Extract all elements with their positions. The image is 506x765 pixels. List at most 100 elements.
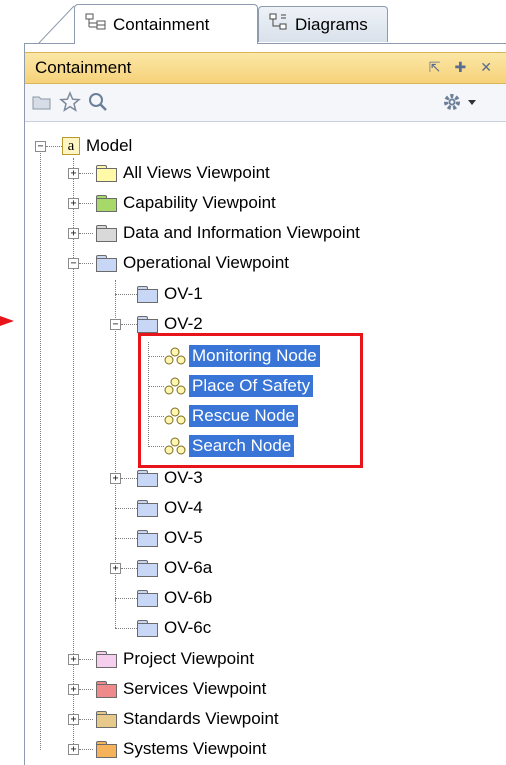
- tree-line: [46, 146, 62, 147]
- tree-item-label: Standards Viewpoint: [123, 709, 279, 728]
- tree-item-label: OV-6a: [164, 558, 213, 577]
- tree-item-label: OV-1: [164, 284, 203, 303]
- expand-toggle[interactable]: +: [68, 714, 79, 725]
- tree-line: [79, 233, 93, 234]
- folder-icon: [96, 651, 117, 668]
- expand-toggle[interactable]: +: [68, 684, 79, 695]
- folder-icon: [96, 255, 117, 272]
- folder-icon: [137, 590, 158, 607]
- tree-line: [121, 478, 137, 479]
- tree-item-ov-5[interactable]: OV-5: [137, 524, 203, 552]
- tree-line: [79, 263, 93, 264]
- tree-line: [115, 600, 116, 628]
- red-arrow-icon: [0, 316, 14, 326]
- tab-diagrams-label: Diagrams: [295, 14, 368, 34]
- tree-item-label: OV-5: [164, 528, 203, 547]
- expand-toggle[interactable]: +: [68, 168, 79, 179]
- collapse-toggle[interactable]: −: [110, 319, 121, 330]
- expand-toggle[interactable]: +: [110, 473, 121, 484]
- expand-toggle[interactable]: +: [68, 228, 79, 239]
- folder-icon: [137, 470, 158, 487]
- pin-icon[interactable]: ✚: [455, 59, 467, 76]
- folder-icon: [96, 741, 117, 758]
- tree-item-model[interactable]: a Model: [62, 132, 132, 160]
- tree-line: [121, 568, 137, 569]
- folder-icon: [137, 316, 158, 333]
- tree-item-ov-3[interactable]: OV-3: [137, 464, 203, 492]
- tree-item-standards-viewpoint[interactable]: Standards Viewpoint: [96, 705, 279, 733]
- folder-icon: [96, 225, 117, 242]
- model-package-icon: a: [62, 137, 80, 155]
- panel-header: Containment ⇱ ✚ ✕: [25, 52, 506, 84]
- tree-item-label: Capability Viewpoint: [123, 193, 276, 212]
- tab-diagrams[interactable]: Diagrams: [258, 6, 388, 42]
- tree-item-ov-6c[interactable]: OV-6c: [137, 614, 211, 642]
- tree-item-ov-1[interactable]: OV-1: [137, 280, 203, 308]
- folder-icon: [137, 530, 158, 547]
- highlight-box: [138, 333, 363, 468]
- tree-line: [115, 628, 137, 629]
- folder-icon: [137, 560, 158, 577]
- folder-icon: [137, 286, 158, 303]
- folder-icon: [96, 195, 117, 212]
- restore-icon[interactable]: ⇱: [429, 59, 441, 76]
- collapse-toggle[interactable]: −: [35, 141, 46, 152]
- tree-line: [121, 324, 137, 325]
- expand-toggle[interactable]: +: [68, 654, 79, 665]
- tree-line: [115, 538, 137, 539]
- tree-item-all-views-viewpoint[interactable]: All Views Viewpoint: [96, 159, 270, 187]
- star-icon[interactable]: [59, 91, 81, 113]
- close-icon[interactable]: ✕: [480, 59, 492, 76]
- tree-line: [79, 203, 93, 204]
- search-icon[interactable]: [87, 91, 109, 113]
- tab-edge: [38, 5, 75, 44]
- diagrams-icon: [269, 13, 289, 36]
- tree-item-label: Services Viewpoint: [123, 679, 267, 698]
- tree-line: [115, 294, 137, 295]
- tab-containment[interactable]: Containment: [74, 4, 258, 44]
- dropdown-arrow-icon[interactable]: [465, 91, 479, 113]
- folder-icon: [137, 620, 158, 637]
- tree-item-label: Systems Viewpoint: [123, 739, 267, 758]
- tree-item-capability-viewpoint[interactable]: Capability Viewpoint: [96, 189, 276, 217]
- folder-icon: [137, 500, 158, 517]
- tree-item-systems-viewpoint[interactable]: Systems Viewpoint: [96, 735, 266, 763]
- tree-item-data-and-information-viewpoint[interactable]: Data and Information Viewpoint: [96, 219, 360, 247]
- tree-line: [79, 689, 93, 690]
- tree-line: [79, 173, 93, 174]
- tree-item-ov-4[interactable]: OV-4: [137, 494, 203, 522]
- tree-item-label: OV-3: [164, 468, 203, 487]
- tree-item-label: Project Viewpoint: [123, 649, 255, 668]
- gear-icon[interactable]: [441, 91, 463, 113]
- collapse-toggle[interactable]: −: [68, 258, 79, 269]
- tree-line: [79, 749, 93, 750]
- folder-icon: [96, 165, 117, 182]
- tree-line: [79, 719, 93, 720]
- tree-item-operational-viewpoint[interactable]: Operational Viewpoint: [96, 249, 289, 277]
- folder-icon: [96, 681, 117, 698]
- tab-containment-label: Containment: [113, 14, 210, 34]
- expand-toggle[interactable]: +: [68, 198, 79, 209]
- open-folder-icon[interactable]: [31, 91, 53, 113]
- expand-toggle[interactable]: +: [68, 744, 79, 755]
- expand-toggle[interactable]: +: [110, 563, 121, 574]
- tree-line: [40, 153, 41, 750]
- tree-item-label: OV-6b: [164, 588, 213, 607]
- tree-line: [79, 659, 93, 660]
- tree-item-project-viewpoint[interactable]: Project Viewpoint: [96, 645, 254, 673]
- tree-item-label: Operational Viewpoint: [123, 253, 290, 272]
- tree-item-label: Model: [86, 136, 133, 155]
- tree-item-services-viewpoint[interactable]: Services Viewpoint: [96, 675, 266, 703]
- tree-item-ov-6b[interactable]: OV-6b: [137, 584, 212, 612]
- tree-item-ov-6a[interactable]: OV-6a: [137, 554, 212, 582]
- folder-icon: [96, 711, 117, 728]
- tab-strip: Containment Diagrams: [24, 0, 506, 44]
- containment-tree-icon: [85, 13, 107, 36]
- toolbar: [25, 84, 506, 122]
- tree-line: [115, 508, 137, 509]
- panel-title: Containment: [35, 58, 132, 77]
- tree-item-label: All Views Viewpoint: [123, 163, 270, 182]
- tree-item-label: OV-4: [164, 498, 203, 517]
- tree-item-label: OV-2: [164, 314, 203, 333]
- tree-item-label: Data and Information Viewpoint: [123, 223, 360, 242]
